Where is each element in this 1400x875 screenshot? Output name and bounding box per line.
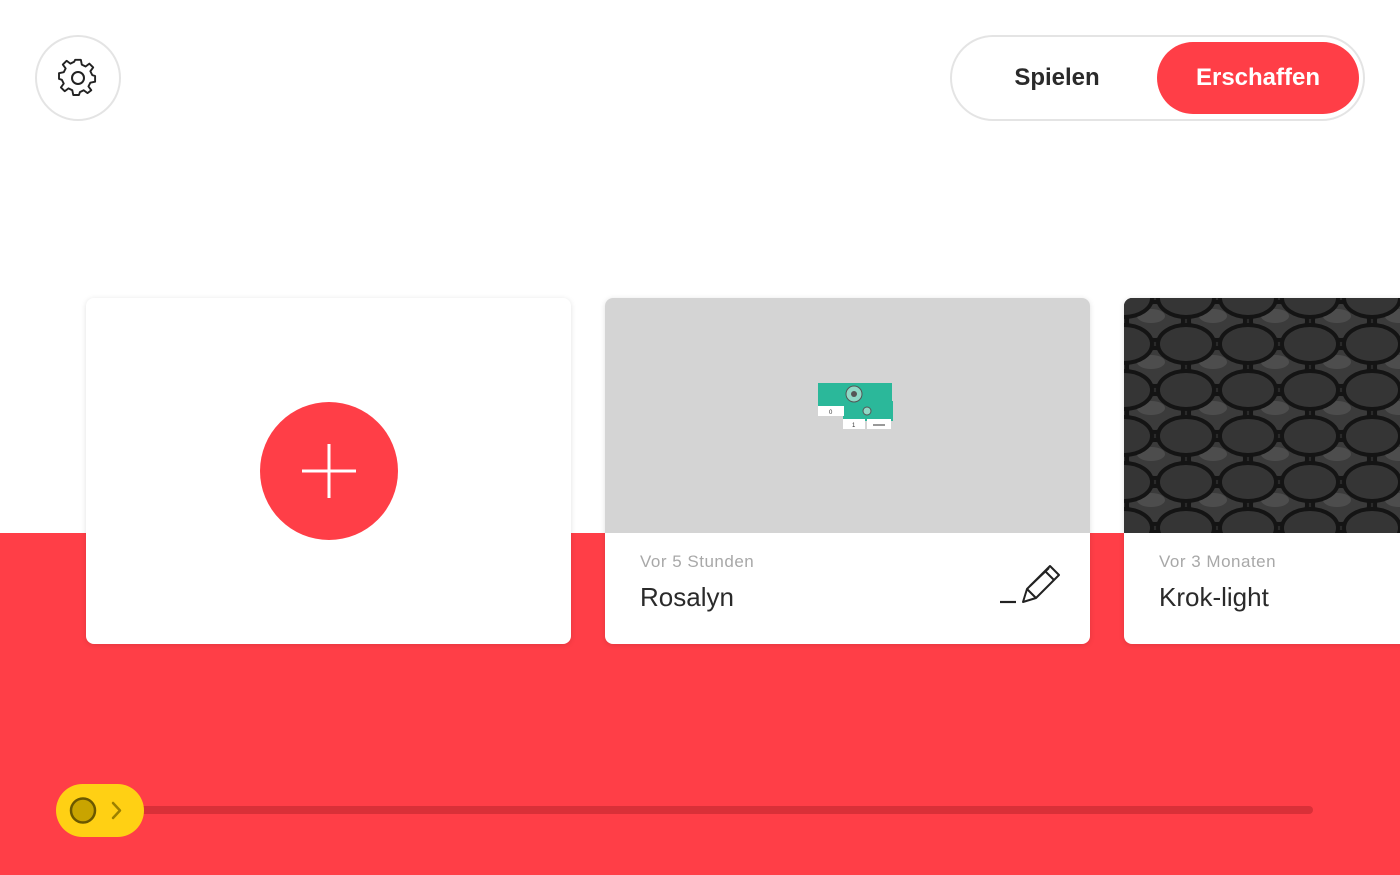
project-card-krok-light[interactable]: Vor 3 Monaten Krok-light [1124, 298, 1400, 644]
plus-icon [302, 444, 356, 498]
project-thumbnail [1124, 298, 1400, 533]
pencil-icon [1000, 565, 1060, 604]
scroll-thumb-icon [69, 797, 122, 824]
edit-project-button[interactable] [997, 562, 1069, 608]
gear-icon [58, 58, 97, 96]
mode-create-button[interactable]: Erschaffen [1157, 42, 1359, 114]
crocodile-skin-thumbnail [1124, 298, 1400, 533]
project-title: Krok-light [1159, 582, 1269, 612]
project-timestamp: Vor 5 Stunden [640, 552, 755, 571]
project-scroll-thumb[interactable] [56, 784, 144, 837]
project-title: Rosalyn [640, 582, 734, 612]
new-project-card[interactable] [86, 298, 571, 644]
code-blocks-thumbnail: 0 1 [818, 383, 893, 429]
project-scroll-track[interactable] [100, 806, 1313, 814]
chevron-right-icon [111, 801, 122, 820]
add-project-button[interactable] [260, 402, 398, 540]
project-thumbnail: 0 1 [605, 298, 1090, 533]
mode-toggle: Spielen Erschaffen [950, 35, 1365, 121]
mode-play-button[interactable]: Spielen [957, 42, 1157, 114]
project-timestamp: Vor 3 Monaten [1159, 552, 1277, 571]
settings-button[interactable] [35, 35, 121, 121]
project-card-rosalyn[interactable]: 0 1 Vor 5 Stunden Rosalyn [605, 298, 1090, 644]
